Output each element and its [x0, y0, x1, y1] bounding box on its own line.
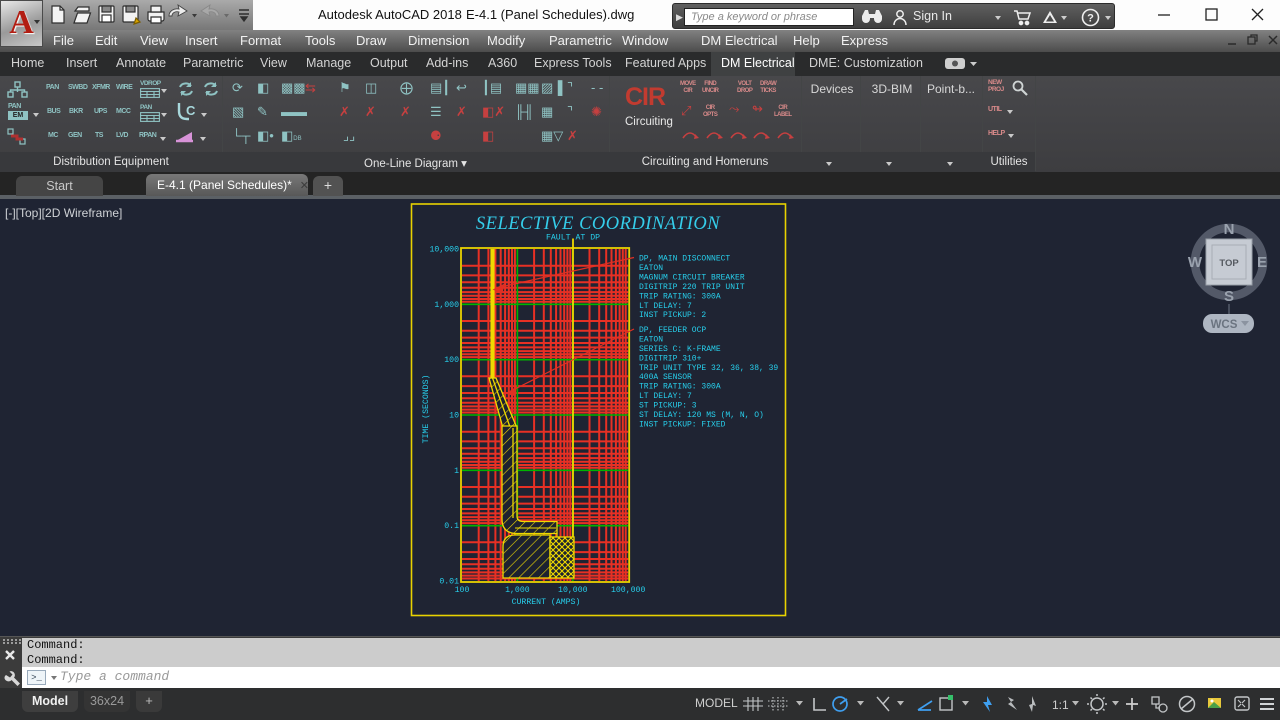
svg-text:TRIP RATING: 300A: TRIP RATING: 300A [639, 383, 721, 392]
svg-text:0.1: 0.1 [444, 522, 459, 531]
svg-text:10: 10 [449, 412, 459, 421]
svg-text:100,000: 100,000 [611, 586, 645, 595]
svg-text:1: 1 [454, 467, 459, 476]
svg-text:LT DELAY: 7: LT DELAY: 7 [639, 302, 692, 311]
svg-text:ST PICKUP: 3: ST PICKUP: 3 [639, 402, 697, 411]
svg-text:100: 100 [455, 586, 470, 595]
svg-text:EATON: EATON [639, 264, 663, 273]
svg-text:EATON: EATON [639, 335, 663, 344]
svg-text:W: W [1188, 254, 1203, 271]
svg-text:1,000: 1,000 [434, 301, 459, 310]
svg-text:S: S [1224, 288, 1234, 305]
svg-text:N: N [1224, 221, 1235, 238]
svg-text:1:1: 1:1 [1052, 698, 1069, 712]
svg-text:MAGNUM CIRCUIT BREAKER: MAGNUM CIRCUIT BREAKER [639, 273, 745, 282]
svg-text:400A SENSOR: 400A SENSOR [639, 373, 692, 382]
svg-text:TOP: TOP [1219, 258, 1239, 269]
svg-text:1,000: 1,000 [505, 586, 530, 595]
svg-text:DIGITRIP 310+: DIGITRIP 310+ [639, 354, 702, 363]
svg-text:?: ? [1087, 13, 1094, 25]
svg-text:10,000: 10,000 [430, 246, 460, 255]
svg-text:ST DELAY: 120 MS (M, N, O): ST DELAY: 120 MS (M, N, O) [639, 411, 764, 420]
svg-text:INST PICKUP: 2: INST PICKUP: 2 [639, 311, 706, 320]
svg-text:TRIP UNIT TYPE 32, 36, 38, 39: TRIP UNIT TYPE 32, 36, 38, 39 [639, 364, 778, 373]
svg-text:SERIES C: K-FRAME: SERIES C: K-FRAME [639, 345, 721, 354]
svg-text:INST PICKUP: FIXED: INST PICKUP: FIXED [639, 421, 726, 430]
svg-text:E: E [1257, 254, 1267, 271]
svg-text:DP, FEEDER OCP: DP, FEEDER OCP [639, 326, 706, 335]
svg-text:100: 100 [444, 356, 459, 365]
svg-text:DIGITRIP 220 TRIP UNIT: DIGITRIP 220 TRIP UNIT [639, 283, 745, 292]
svg-text:C: C [186, 103, 196, 118]
svg-text:TIME (SECONDS): TIME (SECONDS) [421, 375, 431, 444]
svg-text:DP, MAIN DISCONNECT: DP, MAIN DISCONNECT [639, 255, 730, 264]
svg-text:WCS: WCS [1211, 319, 1238, 331]
svg-text:CURRENT (AMPS): CURRENT (AMPS) [512, 597, 581, 607]
svg-text:LT DELAY: 7: LT DELAY: 7 [639, 392, 692, 401]
svg-text:10,000: 10,000 [558, 586, 588, 595]
svg-text:TRIP RATING: 300A: TRIP RATING: 300A [639, 292, 721, 301]
svg-text:SELECTIVE COORDINATION: SELECTIVE COORDINATION [476, 214, 721, 234]
